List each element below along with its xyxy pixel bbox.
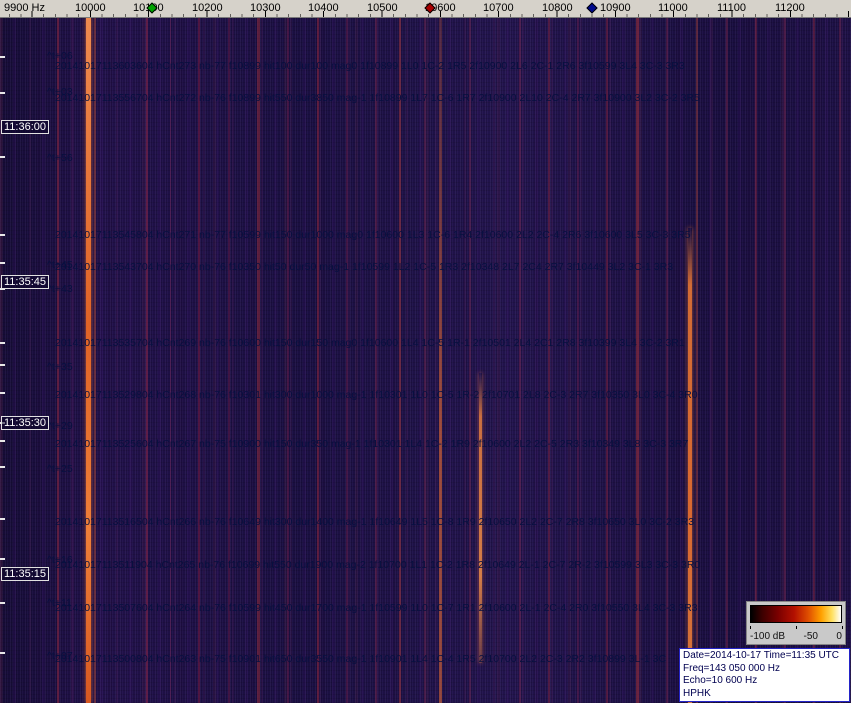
spectral-streak [688,228,692,703]
spectral-streak [94,18,96,703]
time-tick [0,342,5,344]
spectral-streak [228,18,230,703]
db-max-label: 0 [836,631,842,642]
db-tick [842,626,843,629]
spectral-streak [198,18,200,703]
db-gradient-bar [750,605,842,623]
time-tick [0,652,5,654]
time-tick [0,234,5,236]
info-date-time: Date=2014-10-17 Time=11:35 UTC [683,650,840,661]
major-tick-strip [0,11,851,17]
time-tick [0,56,5,58]
detection-record: 20141017113511904 hCnt265 nb-76 f10699 h… [55,559,701,571]
detection-record: 20141017113500804 hCnt263 nb-75 f10901 h… [55,653,667,665]
spectral-streak [469,18,471,703]
detection-record: 20141017113525604 hCnt267 nb-75 f10900 h… [55,438,689,450]
spectral-streak [424,18,426,703]
spectral-streak [439,18,442,703]
detection-record: 20141017113556704 hCnt272 nb-76 f10899 h… [55,92,700,104]
waterfall-spectrogram [0,18,851,703]
detection-record: 20141017113516504 hCnt266 nb-76 f10649 h… [55,516,695,528]
time-axis-label: 11:35:30 [1,416,50,430]
time-axis-label: 11:36:00 [1,120,50,134]
time-axis-label: 11:35:45 [1,275,50,289]
detection-record: 20141017113545804 hCnt271 nb-77 f10599 h… [55,229,691,241]
time-axis-label: 11:35:15 [1,567,50,581]
time-tick [0,262,5,264]
time-tick [0,518,5,520]
info-station: HPHK [683,687,711,699]
spectral-streak [636,18,639,703]
info-frequency: Freq=143 050 000 Hz [683,662,781,674]
spectral-streak [287,18,289,703]
time-offset-mark: ^t+35 [47,361,73,373]
spectral-streak [146,18,148,703]
spectral-streak [86,18,91,703]
spectral-streak [170,18,171,703]
time-offset-mark: ^t+56 [47,152,73,164]
db-color-scale: -100 dB -50 0 [746,601,846,645]
spectral-streak [548,18,550,703]
spectral-streak [577,18,579,703]
time-tick [0,364,5,366]
spectral-streak [606,18,608,703]
detection-record: 20141017113535704 hCnt269 nb-76 f10600 h… [55,337,685,349]
spectral-streak [375,18,377,703]
spectral-streak [346,18,348,703]
spectral-streak [317,18,319,703]
info-echo: Echo=10 600 Hz [683,675,758,686]
spectral-streak [696,18,698,703]
time-tick [0,392,5,394]
db-tick [750,626,751,629]
time-tick [0,156,5,158]
db-tick [796,626,797,629]
time-tick [0,92,5,94]
spectral-streak [399,18,401,703]
detection-record: 20141017113507604 hCnt264 nb-76 f10599 h… [55,602,698,614]
spectral-streak [257,18,260,703]
spectral-streak [666,18,668,703]
detection-record: 20141017113529804 hCnt268 nb-76 f10301 h… [55,389,698,401]
time-tick [0,602,5,604]
db-min-label: -100 dB [750,631,786,642]
spectral-streak [726,18,728,703]
spectrogram-app-window: 9900 Hz 10000 10100 10200 10300 10400 10… [0,0,851,703]
time-tick [0,466,5,468]
station-info-box: Date=2014-10-17 Time=11:35 UTC Freq=143 … [679,648,850,702]
time-tick [0,558,5,560]
spectral-streak [519,18,521,703]
db-scale-labels: -100 dB -50 0 [750,631,842,642]
frequency-ruler: 9900 Hz 10000 10100 10200 10300 10400 10… [0,0,851,18]
time-offset-mark: ^t+29 [47,420,73,432]
time-offset-mark: ^t+25 [47,463,73,475]
detection-record: 20141017113603604 hCnt273 nb-77 f10899 h… [55,60,685,72]
db-mid-label: -50 [803,631,818,642]
detection-record: 20141017113543704 hCnt270 nb-76 f10350 h… [55,261,674,273]
time-offset-mark: ^t+43 [47,283,73,295]
time-tick [0,440,5,442]
